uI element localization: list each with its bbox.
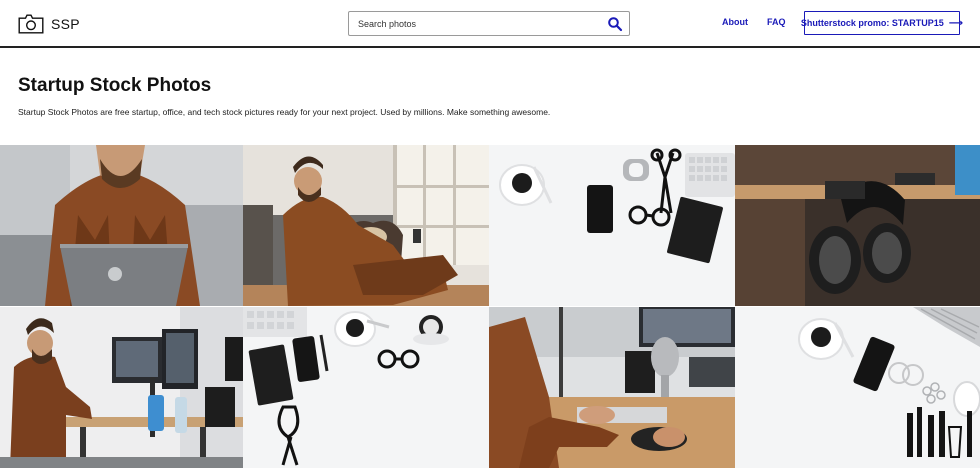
camera-icon: [18, 14, 44, 34]
photo-grid: [0, 145, 980, 468]
photo-image: [243, 307, 489, 468]
page-description: Startup Stock Photos are free startup, o…: [18, 107, 551, 117]
logo-text: SSP: [51, 16, 80, 32]
top-navbar: SSP About FAQ Shutterstock promo: STARTU…: [0, 0, 980, 48]
photo-tile-flatlay-makeup[interactable]: [735, 307, 980, 468]
photo-image: [735, 307, 980, 468]
photo-image: [735, 145, 980, 306]
nav-about-link[interactable]: About: [722, 17, 748, 27]
page-title: Startup Stock Photos: [18, 75, 212, 96]
search-button[interactable]: [607, 16, 623, 32]
search-input[interactable]: [349, 12, 599, 35]
search-bar: [348, 11, 630, 36]
photo-image: [243, 145, 489, 306]
photo-image: [489, 307, 735, 468]
photo-tile-couch-man[interactable]: [243, 145, 489, 306]
search-icon: [608, 17, 623, 32]
photo-tile-keyboard-mic[interactable]: [489, 307, 735, 468]
arrow-right-icon: ⟶: [948, 17, 964, 29]
site-logo[interactable]: SSP: [18, 13, 80, 35]
photo-tile-flatlay-notebook[interactable]: [243, 307, 489, 468]
photo-tile-standing-desk[interactable]: [0, 307, 243, 468]
promo-label: Shutterstock promo: STARTUP15: [800, 18, 944, 28]
photo-tile-flatlay-phone[interactable]: [489, 145, 735, 306]
promo-button[interactable]: Shutterstock promo: STARTUP15 ⟶: [800, 11, 964, 35]
nav-faq-link[interactable]: FAQ: [767, 17, 786, 27]
photo-image: [489, 145, 735, 306]
photo-tile-headphones[interactable]: [735, 145, 980, 306]
photo-image: [0, 307, 243, 468]
photo-image: [0, 145, 243, 306]
photo-tile-laptop-man[interactable]: [0, 145, 243, 306]
